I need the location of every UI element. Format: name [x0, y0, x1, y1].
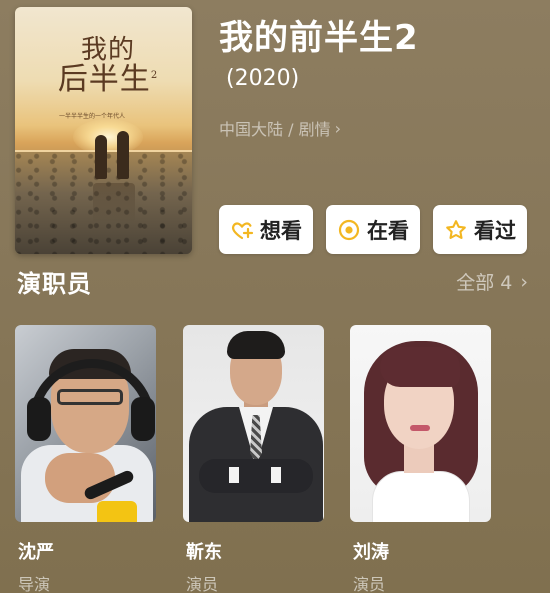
cast-photo: [350, 325, 491, 522]
heart-plus-icon: [232, 221, 254, 239]
cast-card[interactable]: 沈严 导演: [15, 325, 156, 593]
cast-name: 沈严: [18, 542, 54, 563]
cast-photo: [15, 325, 156, 522]
cast-name: 靳东: [186, 542, 222, 563]
want-to-watch-button[interactable]: 想看: [219, 205, 313, 254]
watched-label: 看过: [474, 218, 516, 243]
cast-role: 演员: [353, 575, 386, 593]
poster-title-line2: 后半生2: [53, 64, 163, 96]
chevron-right-icon: ›: [334, 118, 341, 138]
poster-title-line2-text: 后半生: [57, 62, 151, 98]
cast-see-all-link[interactable]: 全部 4 ›: [456, 268, 528, 295]
watching-label: 在看: [367, 218, 409, 243]
watching-button[interactable]: 在看: [326, 205, 420, 254]
cast-card[interactable]: 刘涛 演员: [350, 325, 491, 593]
poster-title: 我的 后半生2: [53, 35, 163, 96]
movie-poster[interactable]: 我的 后半生2 一半半半生的一个年代人: [15, 7, 192, 254]
watched-button[interactable]: 看过: [433, 205, 527, 254]
want-to-watch-label: 想看: [260, 218, 302, 243]
cast-role: 演员: [186, 575, 219, 593]
star-icon: [446, 219, 466, 239]
target-icon: [338, 219, 360, 240]
movie-title: 我的前半生2: [219, 18, 419, 58]
action-buttons: 想看 在看 看过: [219, 205, 527, 254]
poster-reflection: [93, 183, 135, 223]
cast-role: 导演: [18, 575, 51, 593]
movie-meta-link[interactable]: 中国大陆 / 剧情 ›: [219, 116, 341, 140]
cast-section-title: 演职员: [17, 270, 92, 298]
movie-meta: 中国大陆 / 剧情: [219, 120, 331, 139]
poster-title-line1: 我的: [80, 35, 135, 65]
cast-name: 刘涛: [353, 542, 389, 563]
poster-title-number: 2: [150, 70, 159, 82]
cast-see-all-label: 全部 4: [456, 272, 513, 294]
cast-card[interactable]: 靳东 演员: [183, 325, 324, 593]
poster-tagline: 一半半半生的一个年代人: [59, 113, 126, 120]
movie-year: (2020): [226, 66, 300, 91]
poster-couple: [91, 123, 137, 179]
cast-photo: [183, 325, 324, 522]
chevron-right-icon: ›: [520, 270, 528, 293]
